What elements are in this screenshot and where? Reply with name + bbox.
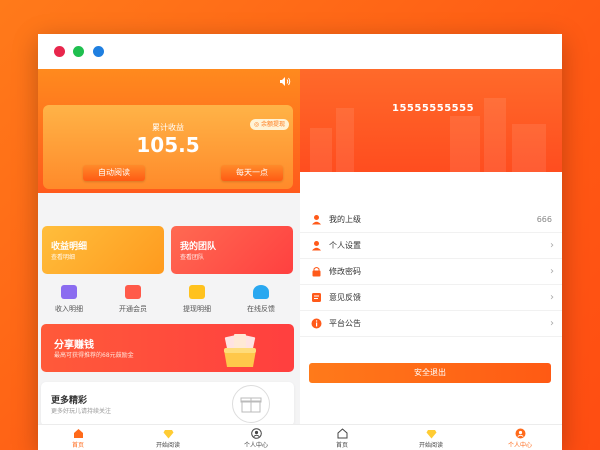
chevron-right-icon: › — [550, 266, 554, 277]
withdraw-tag-label: 余额提现 — [260, 121, 285, 128]
question-icon — [189, 285, 205, 299]
tab-start-reading[interactable]: 开始阅读 — [401, 428, 461, 449]
menu-value: 666 — [536, 215, 552, 224]
income-details-card[interactable]: 收益明细 查看明细 — [42, 226, 164, 274]
home-icon — [48, 428, 108, 439]
profile-icon — [490, 428, 550, 439]
building-graphic — [336, 108, 354, 172]
tab-profile-label: 个人中心 — [243, 442, 268, 449]
lock-icon — [310, 266, 322, 278]
user-icon — [310, 240, 322, 252]
tab-profile-label: 个人中心 — [507, 442, 532, 449]
tab-profile[interactable]: 个人中心 — [490, 428, 550, 449]
menu-personal-settings[interactable]: 个人设置 › — [300, 233, 562, 259]
withdraw-tag[interactable]: ◎ 余额提现 — [249, 119, 289, 130]
share-earn-banner[interactable]: 分享赚钱 最高可获得推荐的68元鼓励金 — [41, 324, 294, 372]
tab-home[interactable]: 首页 — [312, 428, 372, 449]
building-graphic — [450, 116, 480, 172]
speaker-icon[interactable] — [279, 76, 291, 90]
quick-link-membership[interactable]: 开通会员 — [102, 285, 164, 314]
team-card-subtitle: 查看团队 — [180, 254, 205, 261]
close-window-button[interactable] — [54, 46, 65, 57]
menu-announcements[interactable]: 平台公告 › — [300, 311, 562, 337]
tab-profile[interactable]: 个人中心 — [226, 428, 286, 449]
more-subtitle: 更多好玩儿请持续关注 — [51, 408, 112, 415]
tab-home[interactable]: 首页 — [48, 428, 108, 449]
window-titlebar — [38, 34, 562, 69]
menu-change-password[interactable]: 修改密码 › — [300, 259, 562, 285]
income-card-subtitle: 查看明细 — [51, 254, 76, 261]
quick-link-income[interactable]: 收入明细 — [38, 285, 100, 314]
more-title: 更多精彩 — [51, 396, 88, 406]
tab-home-label: 首页 — [335, 442, 348, 449]
quick-link-feedback[interactable]: 在线反馈 — [230, 285, 292, 314]
chevron-right-icon: › — [550, 292, 554, 303]
income-card-title: 收益明细 — [51, 242, 88, 252]
earnings-card: 累计收益 105.5 ◎ 余额提现 自动阅读 每天一点 — [43, 105, 293, 189]
building-graphic — [512, 124, 546, 172]
app-window: 累计收益 105.5 ◎ 余额提现 自动阅读 每天一点 收益明细 查看明细 我的… — [38, 34, 562, 450]
maximize-window-button[interactable] — [93, 46, 104, 57]
share-title: 分享赚钱 — [54, 340, 94, 351]
phone-number: 15555555555 — [392, 103, 475, 114]
tab-reading-label: 开始阅读 — [418, 442, 443, 449]
right-tab-bar: 首页 开始阅读 个人中心 — [300, 424, 562, 450]
chevron-right-icon: › — [550, 318, 554, 329]
quick-link-label: 收入明细 — [55, 305, 83, 313]
team-card-title: 我的团队 — [180, 242, 217, 252]
settings-menu: 我的上级 666 个人设置 › 修改密码 › 意见反馈 › 平台公告 › — [300, 207, 562, 337]
profile-header: 15555555555 — [300, 69, 562, 172]
tab-reading-label: 开始阅读 — [155, 442, 180, 449]
building-graphic — [310, 128, 332, 172]
diamond-icon — [138, 428, 198, 439]
diamond-icon — [401, 428, 461, 439]
quick-link-withdrawals[interactable]: 提现明细 — [166, 285, 228, 314]
user-icon — [253, 285, 269, 299]
minimize-window-button[interactable] — [73, 46, 84, 57]
menu-label: 修改密码 — [329, 267, 361, 276]
quick-link-label: 在线反馈 — [247, 305, 275, 313]
coin-icon: ◎ — [253, 121, 260, 128]
earnings-value: 105.5 — [136, 133, 200, 157]
wallet-icon — [61, 285, 77, 299]
auto-read-button[interactable]: 自动阅读 — [83, 165, 145, 181]
tab-start-reading[interactable]: 开始阅读 — [138, 428, 198, 449]
menu-my-superior[interactable]: 我的上级 666 — [300, 207, 562, 233]
menu-label: 个人设置 — [329, 241, 361, 250]
quick-link-label: 提现明细 — [183, 305, 211, 313]
gift-icon — [125, 285, 141, 299]
left-tab-bar: 首页 开始阅读 个人中心 — [38, 424, 300, 450]
user-icon — [310, 214, 322, 226]
home-screen: 累计收益 105.5 ◎ 余额提现 自动阅读 每天一点 收益明细 查看明细 我的… — [38, 69, 300, 450]
more-content-card[interactable]: 更多精彩 更多好玩儿请持续关注 — [41, 382, 294, 426]
building-graphic — [484, 98, 506, 172]
menu-label: 我的上级 — [329, 215, 361, 224]
tab-home-label: 首页 — [71, 442, 84, 449]
menu-feedback[interactable]: 意见反馈 › — [300, 285, 562, 311]
chevron-right-icon: › — [550, 240, 554, 251]
feedback-icon — [310, 292, 322, 304]
home-icon — [312, 428, 372, 439]
logout-button[interactable]: 安全退出 — [309, 363, 551, 383]
my-team-card[interactable]: 我的团队 查看团队 — [171, 226, 293, 274]
profile-screen: 15555555555 我的上级 666 个人设置 › 修改密码 › 意见反馈 … — [300, 69, 562, 450]
share-subtitle: 最高可获得推荐的68元鼓励金 — [54, 352, 134, 359]
daily-point-button[interactable]: 每天一点 — [221, 165, 283, 181]
info-icon — [310, 318, 322, 330]
menu-label: 平台公告 — [329, 319, 361, 328]
profile-icon — [226, 428, 286, 439]
money-bag-icon — [224, 334, 256, 367]
menu-label: 意见反馈 — [329, 293, 361, 302]
quick-link-label: 开通会员 — [119, 305, 147, 313]
gift-box-icon — [232, 385, 270, 423]
